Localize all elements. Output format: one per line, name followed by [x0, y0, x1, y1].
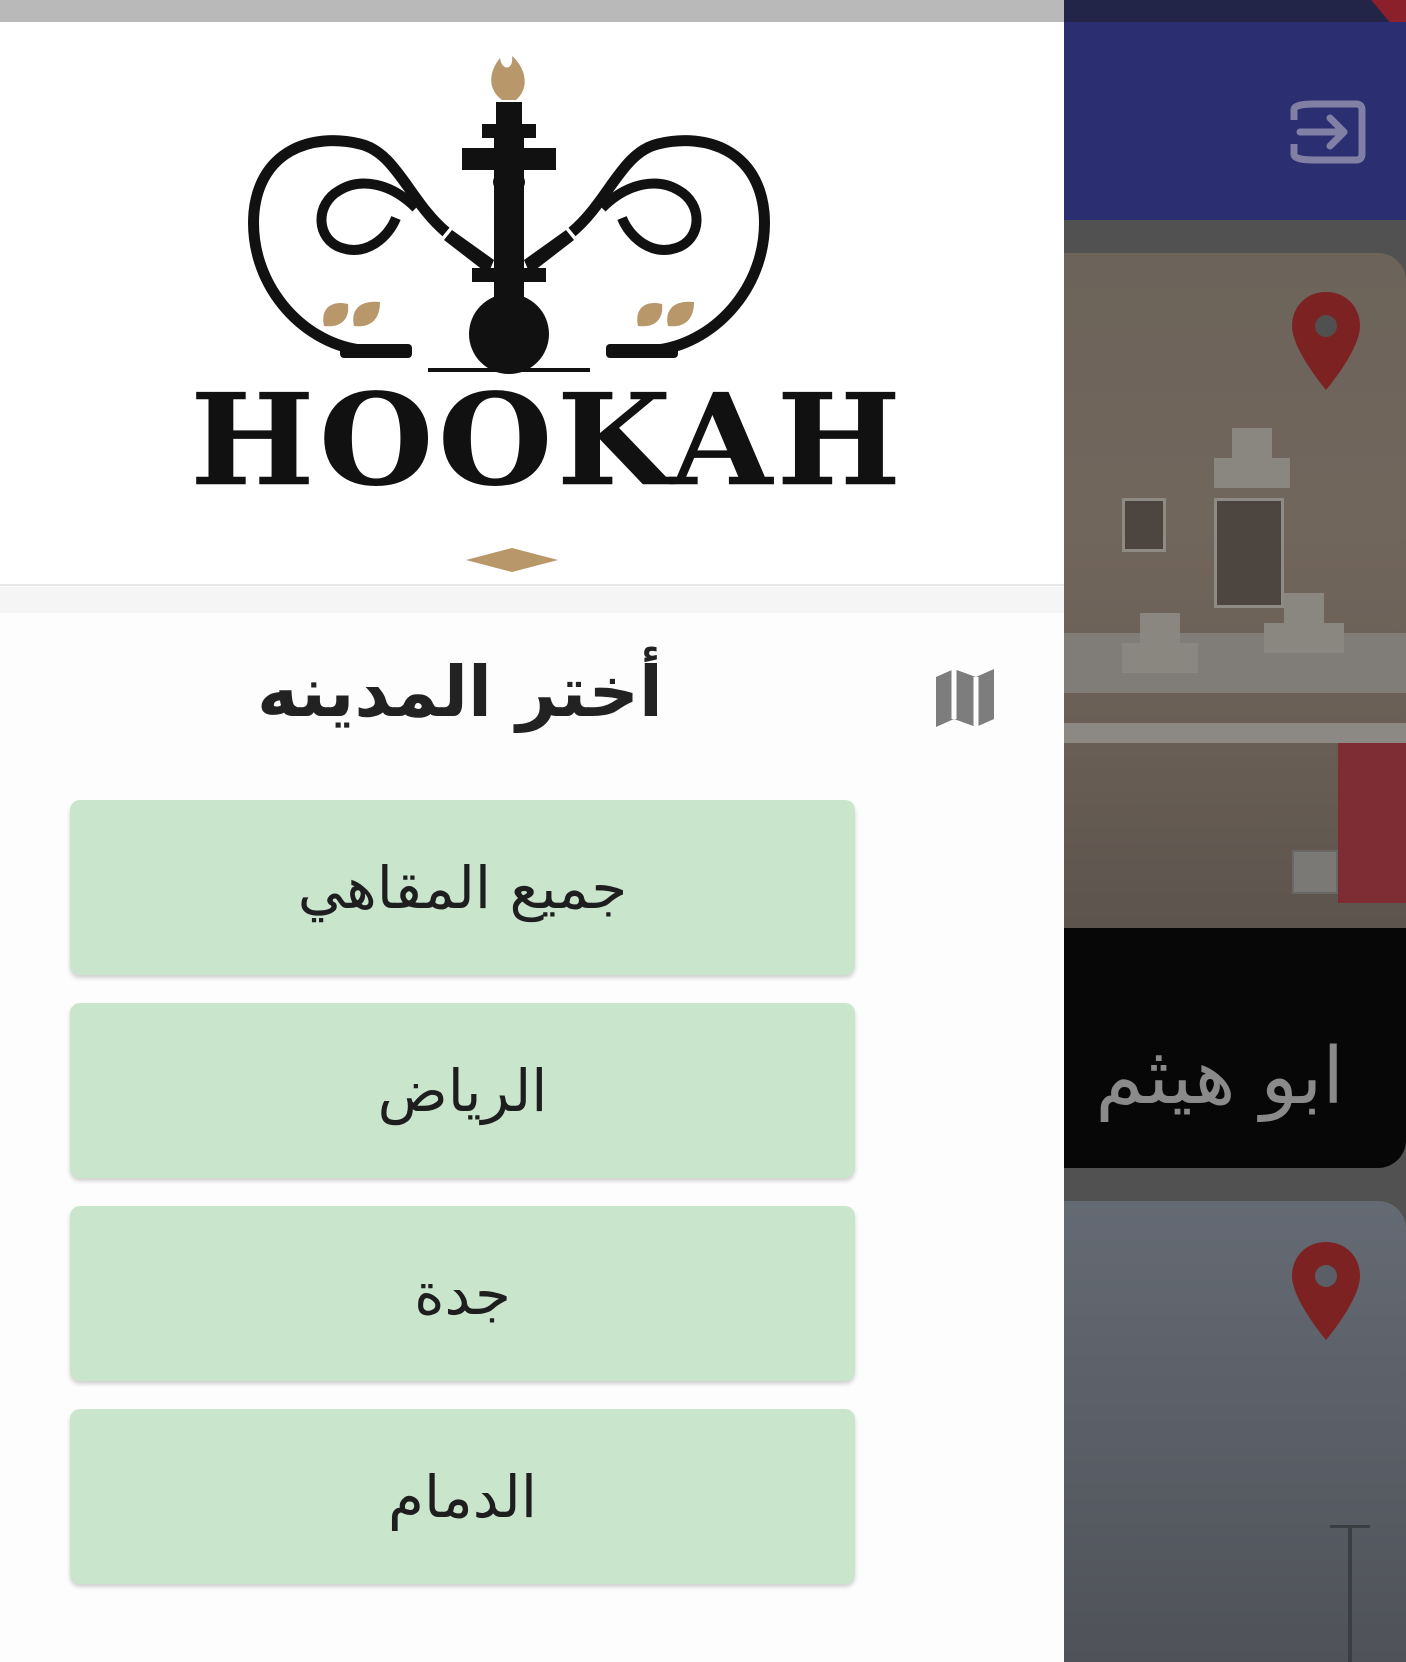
shop-sign — [1338, 743, 1406, 903]
city-button-label: جدة — [414, 1259, 511, 1328]
cafe-name: ابو هيثم — [1095, 1032, 1344, 1122]
cafe-caption: ابو هيثم — [1064, 928, 1406, 1168]
location-pin-icon[interactable] — [1288, 290, 1364, 394]
status-bar — [1064, 0, 1406, 22]
city-button-dammam[interactable]: الدمام — [70, 1409, 855, 1584]
lamp-arm — [1330, 1525, 1370, 1528]
city-button-all-cafes[interactable]: جميع المقاهي — [70, 800, 855, 975]
city-button-jeddah[interactable]: جدة — [70, 1206, 855, 1381]
city-button-riyadh[interactable]: الرياض — [70, 1003, 855, 1178]
hookah-logo: HOOKAH — [190, 32, 906, 592]
background-app: ابو هيثم — [1064, 0, 1406, 1662]
drawer-status-strip — [0, 0, 1064, 22]
city-button-label: الرياض — [377, 1056, 548, 1125]
section-title: أختر المدينه — [257, 651, 663, 733]
city-button-label: الدمام — [388, 1462, 537, 1531]
lamp-pole — [1348, 1525, 1352, 1662]
navigation-drawer: HOOKAH أختر المدينه جميع المقاهي الرياض … — [0, 22, 1064, 1662]
city-section-header: أختر المدينه — [0, 637, 1064, 747]
city-button-label: جميع المقاهي — [297, 853, 628, 922]
ac-unit — [1292, 850, 1338, 894]
logout-button[interactable] — [1286, 90, 1370, 174]
drawer-header: HOOKAH — [0, 22, 1064, 586]
app-bar — [1064, 22, 1406, 220]
header-divider — [0, 587, 1064, 613]
location-pin-icon[interactable] — [1288, 1240, 1364, 1344]
logout-icon — [1290, 100, 1366, 164]
logo-wordmark: HOOKAH — [190, 366, 906, 515]
map-icon — [936, 669, 994, 727]
